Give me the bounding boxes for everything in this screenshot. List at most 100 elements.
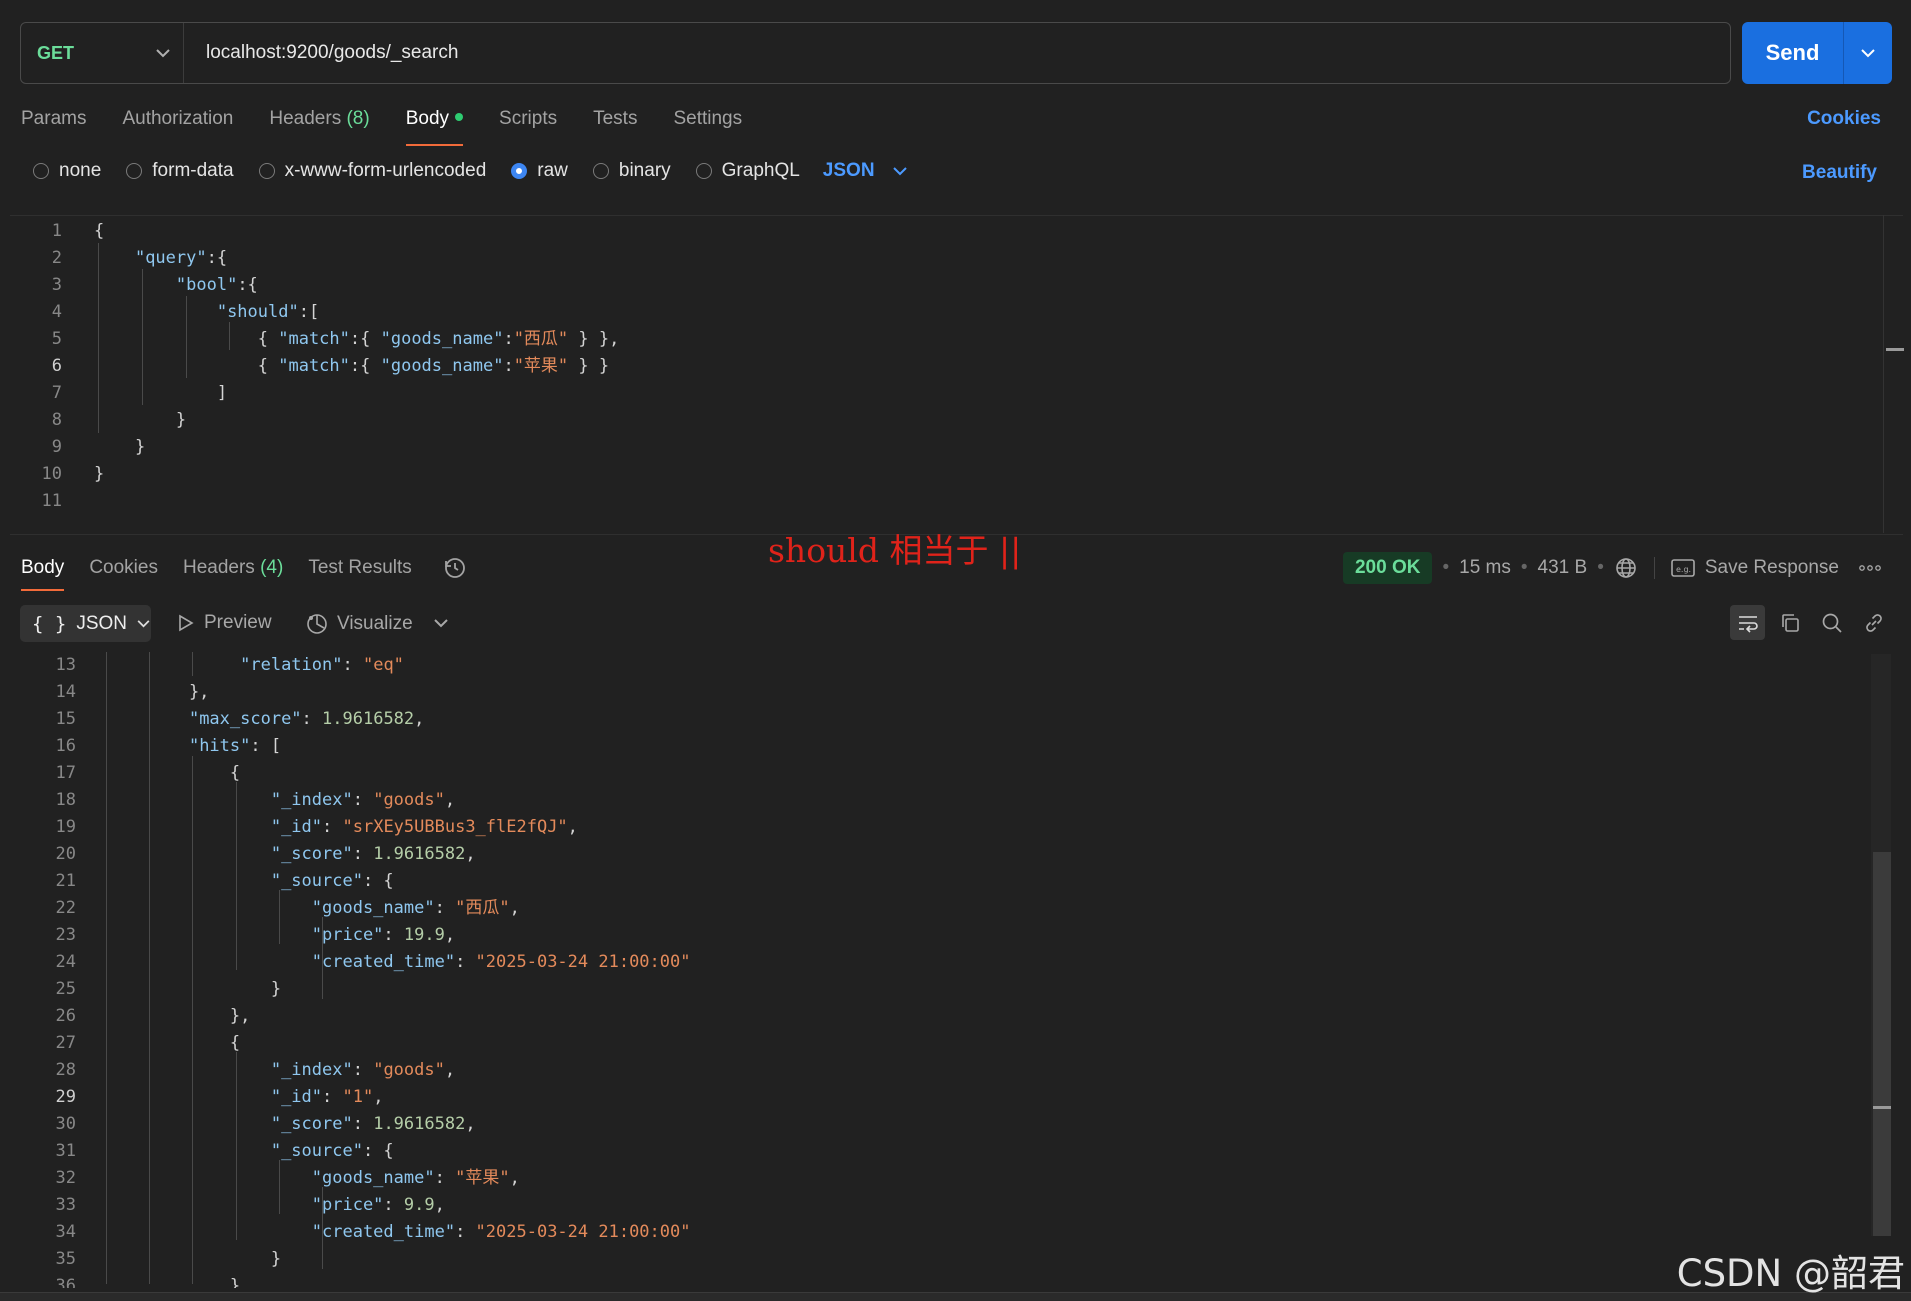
json-key: "created_time" [311, 952, 456, 972]
line-number: 10 [41, 464, 62, 484]
send-button[interactable]: Send [1742, 22, 1892, 84]
line-number: 23 [55, 925, 76, 945]
radio-icon [695, 163, 712, 179]
resp-tab-cookies[interactable]: Cookies [89, 557, 158, 579]
watermark: CSDN @韶君 [1676, 1252, 1905, 1295]
resp-tab-test-results-label: Test Results [308, 557, 412, 578]
tab-authorization-label: Authorization [122, 108, 234, 129]
method-select[interactable]: GET [21, 23, 184, 83]
request-body-editor[interactable]: 1 2 3 4 5 6 7 8 9 10 11 { "query":{ "bool":{ "shou… [10, 215, 1903, 570]
code-line: }, [148, 1006, 251, 1026]
response-scrollbar[interactable] [1871, 654, 1891, 1236]
response-size[interactable]: 431 B [1538, 557, 1588, 579]
link-icon[interactable] [1856, 605, 1891, 640]
beautify-button[interactable]: Beautify [1802, 162, 1877, 184]
json-key: "_id" [270, 1087, 323, 1107]
line-number: 4 [51, 302, 62, 322]
radio-form-data-label: form-data [152, 160, 234, 181]
globe-icon[interactable] [1614, 556, 1638, 580]
json-string: "1" [342, 1087, 374, 1107]
request-scrollbar[interactable] [1883, 215, 1904, 533]
tab-body-label: Body [405, 108, 450, 129]
more-options-icon[interactable] [1859, 565, 1881, 571]
raw-format-select[interactable]: JSON [823, 160, 907, 182]
json-key: "max_score" [188, 709, 302, 729]
json-key: "_score" [270, 1114, 353, 1134]
chevron-down-icon [143, 48, 183, 58]
line-number: 5 [51, 329, 62, 349]
response-time[interactable]: 15 ms [1459, 557, 1511, 579]
line-number: 25 [55, 979, 76, 999]
response-body-viewer[interactable]: 13 14 15 16 17 18 19 20 21 22 23 24 25 26 27 28 29 30 31 32… [0, 652, 1911, 1288]
url-input[interactable] [184, 23, 1730, 83]
json-key: "_index" [270, 1060, 353, 1080]
json-key: "price" [311, 1195, 384, 1215]
line-number: 35 [55, 1249, 76, 1269]
visualize-button[interactable]: Visualize [305, 612, 413, 636]
code-line: } [148, 979, 282, 999]
separator-dot: • [1520, 557, 1528, 578]
json-key: "match" [278, 329, 350, 349]
scroll-marker [1873, 1106, 1891, 1109]
tab-settings[interactable]: Settings [673, 104, 742, 144]
resp-tab-headers[interactable]: Headers (4) [183, 557, 283, 579]
line-number: 16 [55, 736, 76, 756]
visualize-label: Visualize [337, 613, 413, 634]
visualize-chevron-down-icon[interactable] [434, 615, 448, 633]
tab-body[interactable]: Body [405, 104, 464, 146]
radio-urlencoded-label: x-www-form-urlencoded [284, 160, 487, 181]
tab-tests[interactable]: Tests [593, 104, 637, 144]
response-status-area: 200 OK • 15 ms • 431 B • e.g. Save Respo… [1342, 552, 1881, 584]
tab-tests-label: Tests [593, 108, 638, 129]
json-key: "goods_name" [311, 898, 435, 918]
status-badge[interactable]: 200 OK [1342, 552, 1433, 584]
radio-form-data[interactable]: form-data [126, 160, 234, 182]
tab-headers[interactable]: Headers (8) [269, 104, 369, 144]
history-icon[interactable] [443, 556, 467, 580]
code-line: "should":[ [216, 302, 320, 322]
tab-authorization[interactable]: Authorization [122, 104, 233, 144]
preview-button[interactable]: Preview [178, 612, 272, 634]
code-line: { "match":{ "goods_name":"苹果" } } [94, 356, 610, 376]
code-line: "created_time": "2025-03-24 21:00:00" [311, 952, 691, 972]
json-key: "query" [134, 248, 207, 268]
line-number: 32 [55, 1168, 76, 1188]
tab-params[interactable]: Params [21, 104, 86, 144]
radio-none[interactable]: none [33, 160, 101, 182]
send-label: Send [1765, 40, 1820, 65]
scrollbar-thumb[interactable] [1873, 852, 1891, 1236]
copy-icon[interactable] [1772, 605, 1807, 640]
radio-none-label: none [59, 160, 102, 181]
radio-binary-label: binary [618, 160, 671, 181]
radio-binary[interactable]: binary [592, 160, 671, 182]
tab-scripts[interactable]: Scripts [499, 104, 557, 144]
radio-urlencoded[interactable]: x-www-form-urlencoded [258, 160, 487, 182]
save-response-button[interactable]: e.g. Save Response [1671, 557, 1839, 579]
response-format-select[interactable]: { } JSON [20, 605, 151, 642]
radio-graphql[interactable]: GraphQL [695, 160, 800, 182]
radio-raw[interactable]: raw [511, 160, 568, 182]
send-options-chevron-icon[interactable] [1843, 22, 1892, 84]
json-key: "price" [311, 925, 384, 945]
line-number: 28 [55, 1060, 76, 1080]
resp-tab-test-results[interactable]: Test Results [308, 557, 411, 579]
code-line: "_index": "goods", [270, 790, 456, 810]
line-number: 22 [55, 898, 76, 918]
separator-dot: • [1442, 557, 1450, 578]
code-line: } [148, 1249, 282, 1269]
line-number: 27 [55, 1033, 76, 1053]
json-number: 9.9 [403, 1195, 435, 1215]
radio-icon [592, 163, 609, 179]
search-icon[interactable] [1814, 605, 1849, 640]
code-line: { "match":{ "goods_name":"西瓜" } }, [94, 329, 620, 349]
json-key: "goods_name" [311, 1168, 435, 1188]
modified-dot-icon [455, 112, 464, 121]
line-number: 34 [55, 1222, 76, 1242]
cookies-link[interactable]: Cookies [1807, 108, 1881, 130]
resp-tab-cookies-label: Cookies [89, 557, 158, 578]
divider [1653, 557, 1655, 579]
tab-scripts-label: Scripts [499, 108, 558, 129]
line-number: 7 [51, 383, 62, 403]
wrap-lines-icon[interactable] [1730, 605, 1765, 640]
resp-tab-body[interactable]: Body [21, 557, 65, 591]
